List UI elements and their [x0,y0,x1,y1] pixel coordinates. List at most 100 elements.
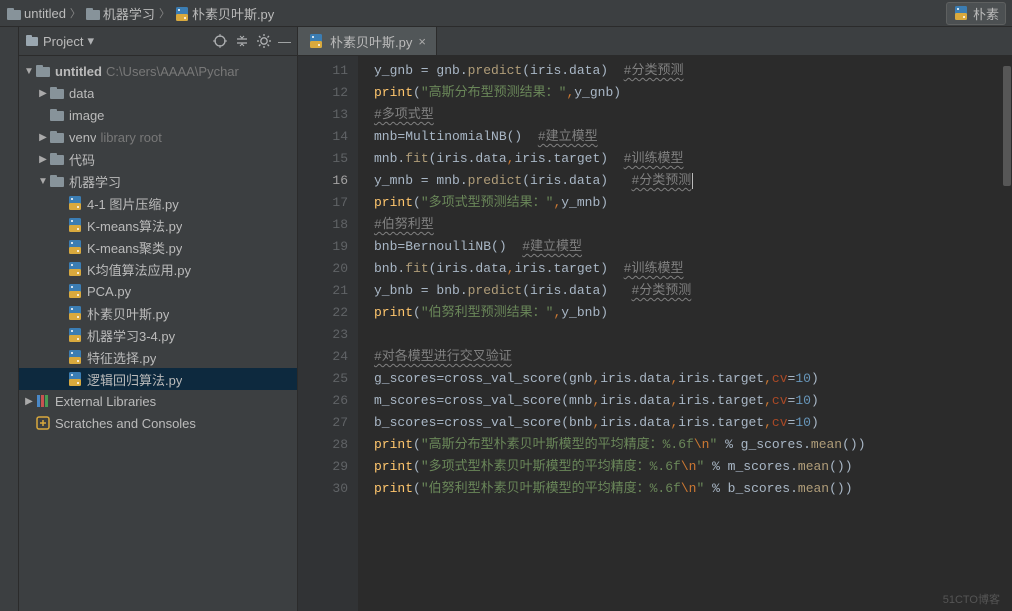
tree-file-item[interactable]: K-means聚类.py [19,236,297,258]
tree-folder-item[interactable]: image [19,104,297,126]
line-number: 18 [298,214,348,236]
breadcrumb-item[interactable]: untitled [6,6,66,21]
tree-folder-item[interactable]: ▶venvlibrary root [19,126,297,148]
project-tree[interactable]: ▼untitledC:\Users\AAAA\Pychar▶dataimage▶… [19,56,297,611]
code-line[interactable]: #伯努利型 [374,214,1012,236]
editor-tabs: 朴素贝叶斯.py × [298,27,1012,56]
code-line[interactable]: #对各模型进行交叉验证 [374,346,1012,368]
line-number: 11 [298,60,348,82]
tree-file-item[interactable]: 朴素贝叶斯.py [19,302,297,324]
line-number: 23 [298,324,348,346]
pyfile-icon [174,6,188,20]
line-number: 30 [298,478,348,500]
code-line[interactable]: print("伯努利型朴素贝叶斯模型的平均精度：%.6f\n" % b_scor… [374,478,1012,500]
tree-item-label: 朴素贝叶斯.py [87,304,169,323]
tab-current-file[interactable]: 朴素贝叶斯.py × [298,27,437,55]
tree-folder-item[interactable]: Scratches and Consoles [19,412,297,434]
tree-arrow-icon[interactable]: ▶ [23,396,35,407]
code-line[interactable]: bnb.fit(iris.data,iris.target) #训练模型 [374,258,1012,280]
panel-title: Project [43,34,83,49]
run-config-button[interactable]: 朴素 [946,2,1006,25]
tree-file-item[interactable]: 机器学习3-4.py [19,324,297,346]
code-line[interactable]: y_gnb = gnb.predict(iris.data) #分类预测 [374,60,1012,82]
line-number: 27 [298,412,348,434]
pyfile-icon [67,305,83,321]
tree-file-item[interactable]: 特征选择.py [19,346,297,368]
tree-arrow-icon[interactable]: ▶ [37,154,49,165]
run-config-label: 朴素 [973,4,999,23]
collapse-all-icon[interactable] [234,33,250,49]
tree-item-label: untitled [55,64,102,79]
tree-folder-item[interactable]: ▶代码 [19,148,297,170]
close-icon[interactable]: × [418,34,426,49]
scrollbar[interactable] [1000,56,1012,611]
line-number: 17 [298,192,348,214]
tree-arrow-icon[interactable]: ▼ [37,176,49,187]
pyfile-icon [67,283,83,299]
lib-icon [35,393,51,409]
breadcrumb-item[interactable]: 机器学习 [85,4,155,23]
locate-icon[interactable] [212,33,228,49]
hide-panel-icon[interactable]: — [278,34,291,49]
tool-window-stripe[interactable] [0,27,19,611]
tree-file-item[interactable]: K-means算法.py [19,214,297,236]
pyfile-icon [67,371,83,387]
line-number: 25 [298,368,348,390]
pyfile-icon [953,5,969,21]
breadcrumb-item[interactable]: 朴素贝叶斯.py [174,4,274,23]
code-line[interactable]: mnb.fit(iris.data,iris.target) #训练模型 [374,148,1012,170]
line-number: 26 [298,390,348,412]
gear-icon[interactable] [256,33,272,49]
code-content[interactable]: y_gnb = gnb.predict(iris.data) #分类预测prin… [358,56,1012,611]
line-number: 22 [298,302,348,324]
editor-area: 朴素贝叶斯.py × 11121314151617181920212223242… [298,27,1012,611]
tree-item-hint: C:\Users\AAAA\Pychar [106,64,239,79]
code-line[interactable]: y_bnb = bnb.predict(iris.data) #分类预测 [374,280,1012,302]
code-line[interactable]: print("伯努利型预测结果：",y_bnb) [374,302,1012,324]
tree-file-item[interactable]: PCA.py [19,280,297,302]
pyfile-icon [67,327,83,343]
code-line[interactable]: m_scores=cross_val_score(mnb,iris.data,i… [374,390,1012,412]
folder-icon [49,129,65,145]
code-line[interactable]: print("多项式型预测结果：",y_mnb) [374,192,1012,214]
folder-icon [49,173,65,189]
tab-label: 朴素贝叶斯.py [330,32,412,51]
tree-folder-item[interactable]: ▼ 机器学习 [19,170,297,192]
line-number: 19 [298,236,348,258]
tree-file-item[interactable]: 4-1 图片压缩.py [19,192,297,214]
tree-folder-item[interactable]: ▶External Libraries [19,390,297,412]
project-icon [25,34,39,48]
line-number: 16 [298,170,348,192]
tree-folder-item[interactable]: ▶data [19,82,297,104]
tree-arrow-icon[interactable]: ▼ [23,66,35,77]
code-line[interactable]: #多项式型 [374,104,1012,126]
tree-item-label: K均值算法应用.py [87,260,191,279]
line-number: 15 [298,148,348,170]
code-line[interactable]: b_scores=cross_val_score(bnb,iris.data,i… [374,412,1012,434]
code-editor[interactable]: 1112131415161718192021222324252627282930… [298,56,1012,611]
code-line[interactable]: print("高斯分布型预测结果：",y_gnb) [374,82,1012,104]
line-number: 28 [298,434,348,456]
tree-arrow-icon[interactable]: ▶ [37,88,49,99]
code-line[interactable]: y_mnb = mnb.predict(iris.data) #分类预测 [374,170,1012,192]
tree-item-label: 机器学习3-4.py [87,326,175,345]
tree-file-item[interactable]: 逻辑回归算法.py [19,368,297,390]
line-number: 12 [298,82,348,104]
chevron-down-icon[interactable]: ▾ [87,33,94,49]
folder-icon [35,63,51,79]
tree-folder-item[interactable]: ▼ untitled C:\Users\AAAA\Pychar [19,60,297,82]
code-line[interactable] [374,324,1012,346]
pyfile-icon [67,261,83,277]
code-line[interactable]: print("多项式型朴素贝叶斯模型的平均精度：%.6f\n" % m_scor… [374,456,1012,478]
code-line[interactable]: mnb=MultinomialNB() #建立模型 [374,126,1012,148]
tree-item-label: K-means算法.py [87,216,182,235]
code-line[interactable]: g_scores=cross_val_score(gnb,iris.data,i… [374,368,1012,390]
code-line[interactable]: bnb=BernoulliNB() #建立模型 [374,236,1012,258]
line-number-gutter: 1112131415161718192021222324252627282930 [298,56,358,611]
folder-icon [6,6,20,20]
tree-arrow-icon[interactable]: ▶ [37,132,49,143]
breadcrumb: untitled〉机器学习〉朴素贝叶斯.py [6,4,274,23]
tree-file-item[interactable]: K均值算法应用.py [19,258,297,280]
code-line[interactable]: print("高斯分布型朴素贝叶斯模型的平均精度：%.6f\n" % g_sco… [374,434,1012,456]
tree-item-label: 机器学习 [69,172,121,191]
